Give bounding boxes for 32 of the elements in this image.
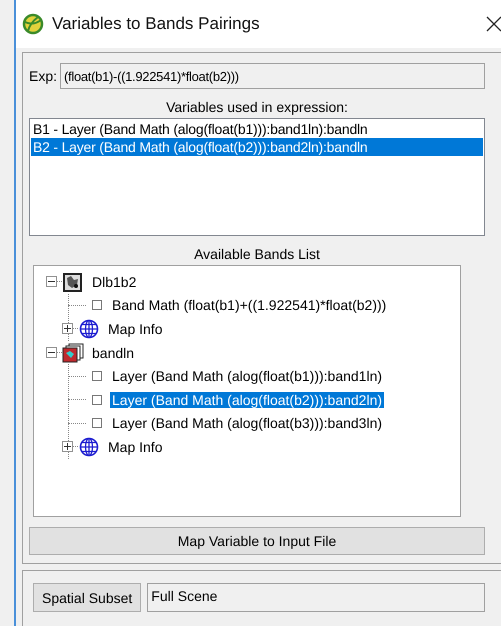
map-variable-button[interactable]: Map Variable to Input File [29, 527, 485, 555]
image-icon [62, 272, 84, 292]
expression-field[interactable]: (float(b1)-((1.922541)*float(b2))) [60, 63, 485, 89]
expand-toggle[interactable] [62, 441, 73, 452]
expression-label: Exp: [29, 68, 58, 84]
app-icon [22, 13, 44, 35]
band-icon [92, 418, 102, 428]
list-heading: Available Bands List [193, 246, 321, 262]
variable-item[interactable]: B1 - Layer (Band Math (alog(float(b1))):band1ln):bandln [31, 120, 483, 138]
tree-item[interactable]: Layer (Band Math (alog(float(b3))):band3ln) [110, 415, 384, 432]
collapse-toggle[interactable] [46, 347, 57, 358]
globe-icon [78, 436, 100, 457]
band-icon [92, 394, 102, 405]
image-stack-icon [62, 342, 84, 363]
close-icon[interactable] [486, 16, 501, 32]
tree-item[interactable]: bandln [90, 344, 136, 361]
tree-item[interactable]: Dlb1b2 [90, 274, 138, 290]
tree-item[interactable]: Layer (Band Math (alog(float(b1))):band1ln) [110, 368, 384, 384]
variable-item[interactable]: B2 - Layer (Band Math (alog(float(b2))):band2ln):bandln [31, 138, 483, 156]
spatial-subset-button[interactable]: Spatial Subset [33, 583, 142, 612]
band-icon [92, 371, 102, 382]
tree-item[interactable]: Map Info [106, 320, 164, 337]
globe-icon [78, 318, 100, 339]
tree-item[interactable]: Band Math (float(b1)+((1.922541)*float(b2))) [110, 297, 388, 314]
collapse-toggle[interactable] [46, 276, 57, 288]
tree-item[interactable]: Map Info [106, 438, 164, 455]
subset-field[interactable]: Full Scene [147, 583, 485, 612]
list-heading: Variables used in expression: [165, 99, 349, 115]
tree-item[interactable]: Layer (Band Math (alog(float(b2))):band2ln) [110, 392, 384, 408]
window-title: Variables to Bands Pairings [52, 14, 261, 34]
expand-toggle[interactable] [62, 323, 73, 334]
band-icon [92, 300, 102, 310]
